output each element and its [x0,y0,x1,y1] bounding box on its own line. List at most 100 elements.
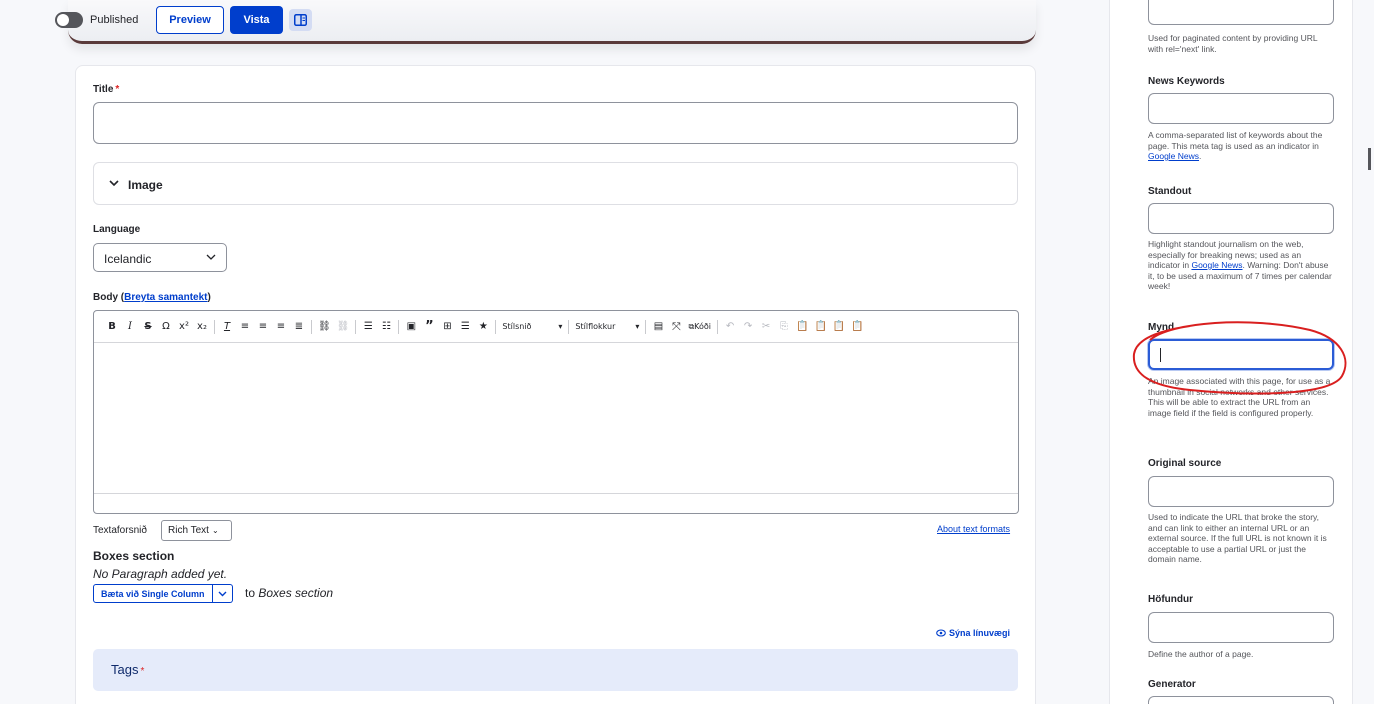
text-format-select[interactable]: Rich Text ⌄ [161,520,232,541]
subscript-icon[interactable]: x₂ [196,317,208,337]
strikethrough-icon[interactable]: S [142,317,154,337]
mynd-input[interactable] [1148,339,1334,370]
italic-icon[interactable]: I [124,317,136,337]
next-url-input[interactable] [1148,0,1334,25]
title-input[interactable] [93,102,1018,144]
chevron-down-icon: ▾ [558,322,563,331]
show-blocks-icon[interactable]: ▤ [652,317,664,337]
style-dropdown[interactable]: Stílsnið [502,317,552,337]
chevron-down-icon: ⌄ [211,526,219,535]
toolbar-separator [717,319,719,334]
editor-status-bar [94,493,1018,513]
maximize-icon[interactable]: ⤧ [670,317,682,337]
original-source-label: Original source [1148,458,1222,469]
blockquote-icon[interactable]: ” [423,317,435,337]
image-details[interactable]: Image [93,162,1018,205]
published-toggle[interactable] [55,12,83,28]
required-marker: * [140,666,145,677]
author-input[interactable] [1148,612,1334,643]
paste-icon[interactable]: 📋 [796,317,808,337]
star-icon[interactable]: ★ [477,317,489,337]
google-news-link[interactable]: Google News [1148,151,1199,161]
no-paragraph-text: No Paragraph added yet. [93,567,228,581]
add-paragraph-group: Bæta við Single Column [93,584,233,603]
link-icon[interactable]: ⛓ [318,317,331,337]
chevron-down-icon: ▾ [635,322,640,331]
format-dropdown[interactable]: Stílflokkur [575,317,629,337]
image-summary: Image [128,178,163,192]
toolbar-separator [645,319,647,334]
body-editor: B I S Ω x² x₂ T ≡ ≡ ≡ ≣ ⛓ ⛓ ☰ ☷ ▣ ” ⊞ ☰ … [93,310,1019,514]
align-center-icon[interactable]: ≡ [257,317,269,337]
google-news-link[interactable]: Google News [1191,260,1242,270]
about-text-formats-link[interactable]: About text formats [937,524,1010,534]
add-single-column-button[interactable]: Bæta við Single Column [93,584,213,603]
tags-section[interactable]: Tags * [93,649,1018,691]
superscript-icon[interactable]: x² [178,317,190,337]
save-button[interactable]: Vista [230,6,283,34]
generator-input[interactable] [1148,696,1334,704]
bulleted-list-icon[interactable]: ☰ [362,317,374,337]
author-label: Höfundur [1148,594,1193,605]
special-characters-icon[interactable]: Ω [160,317,172,337]
tags-label: Tags * [111,662,145,677]
toolbar-separator [311,319,312,334]
author-description: Define the author of a page. [1148,649,1254,659]
mynd-description: An image associated with this page, for … [1148,376,1331,418]
sidebar-panel-icon [294,14,307,26]
edit-summary-link[interactable]: Breyta samantekt [124,292,207,303]
image-icon[interactable]: ▣ [405,317,417,337]
toolbar-separator [214,319,215,334]
paste-text-icon[interactable]: 📋 [814,317,826,337]
horizontal-line-icon[interactable]: ☰ [459,317,471,337]
body-editor-area[interactable] [94,344,1018,494]
source-label: Kóði [694,322,712,331]
eye-icon [936,629,946,637]
preview-button[interactable]: Preview [156,6,224,34]
toolbar-separator [568,319,570,334]
align-left-icon[interactable]: ≡ [239,317,251,337]
mynd-label: Mynd [1148,322,1175,333]
table-icon[interactable]: ⊞ [441,317,453,337]
toolbar-separator [495,319,497,334]
required-marker: * [115,84,120,95]
body-label: Body (Breyta samantekt) [93,292,211,303]
original-source-input[interactable] [1148,476,1334,507]
bold-icon[interactable]: B [106,317,118,337]
node-edit-page: Published Preview Vista Title * Image Lan… [0,0,1374,704]
numbered-list-icon[interactable]: ☷ [380,317,392,337]
redo-icon[interactable]: ↷ [742,317,754,337]
title-label: Title * [93,84,120,95]
text-format-label: Textaforsnið [93,525,147,536]
text-format-value: Rich Text [168,525,209,536]
undo-icon[interactable]: ↶ [724,317,736,337]
sidebar-toggle-button[interactable] [289,9,312,31]
show-row-weights-button[interactable]: Sýna línuvægi [936,628,1010,638]
news-keywords-input[interactable] [1148,93,1334,124]
align-right-icon[interactable]: ≡ [275,317,287,337]
unlink-icon[interactable]: ⛓ [337,317,350,337]
add-paragraph-dropdown[interactable] [212,584,233,603]
chevron-down-icon [206,254,216,260]
paste-word-icon[interactable]: 📋 [833,317,845,337]
language-select[interactable]: Icelandic [93,243,227,272]
show-weights-label: Sýna línuvægi [949,628,1011,638]
paste-special-icon[interactable]: 📋 [851,317,863,337]
published-label: Published [90,14,139,26]
boxes-section-title: Boxes section [93,549,175,563]
chevron-down-icon [218,591,227,597]
align-justify-icon[interactable]: ≣ [293,317,305,337]
original-source-description: Used to indicate the URL that broke the … [1148,512,1327,564]
add-to-text: to Boxes section [245,586,334,600]
scrollbar-thumb[interactable] [1368,148,1371,170]
toolbar-separator [398,319,400,334]
toolbar-separator [355,319,357,334]
copy-icon[interactable]: ⎘ [778,317,790,337]
remove-format-icon[interactable]: T [221,317,233,337]
language-label: Language [93,224,141,235]
language-value: Icelandic [104,252,152,266]
standout-description: Highlight standout journalism on the web… [1148,239,1332,291]
source-button[interactable]: ⧉ Kóði [688,317,711,337]
cut-icon[interactable]: ✂ [760,317,772,337]
standout-input[interactable] [1148,203,1334,234]
